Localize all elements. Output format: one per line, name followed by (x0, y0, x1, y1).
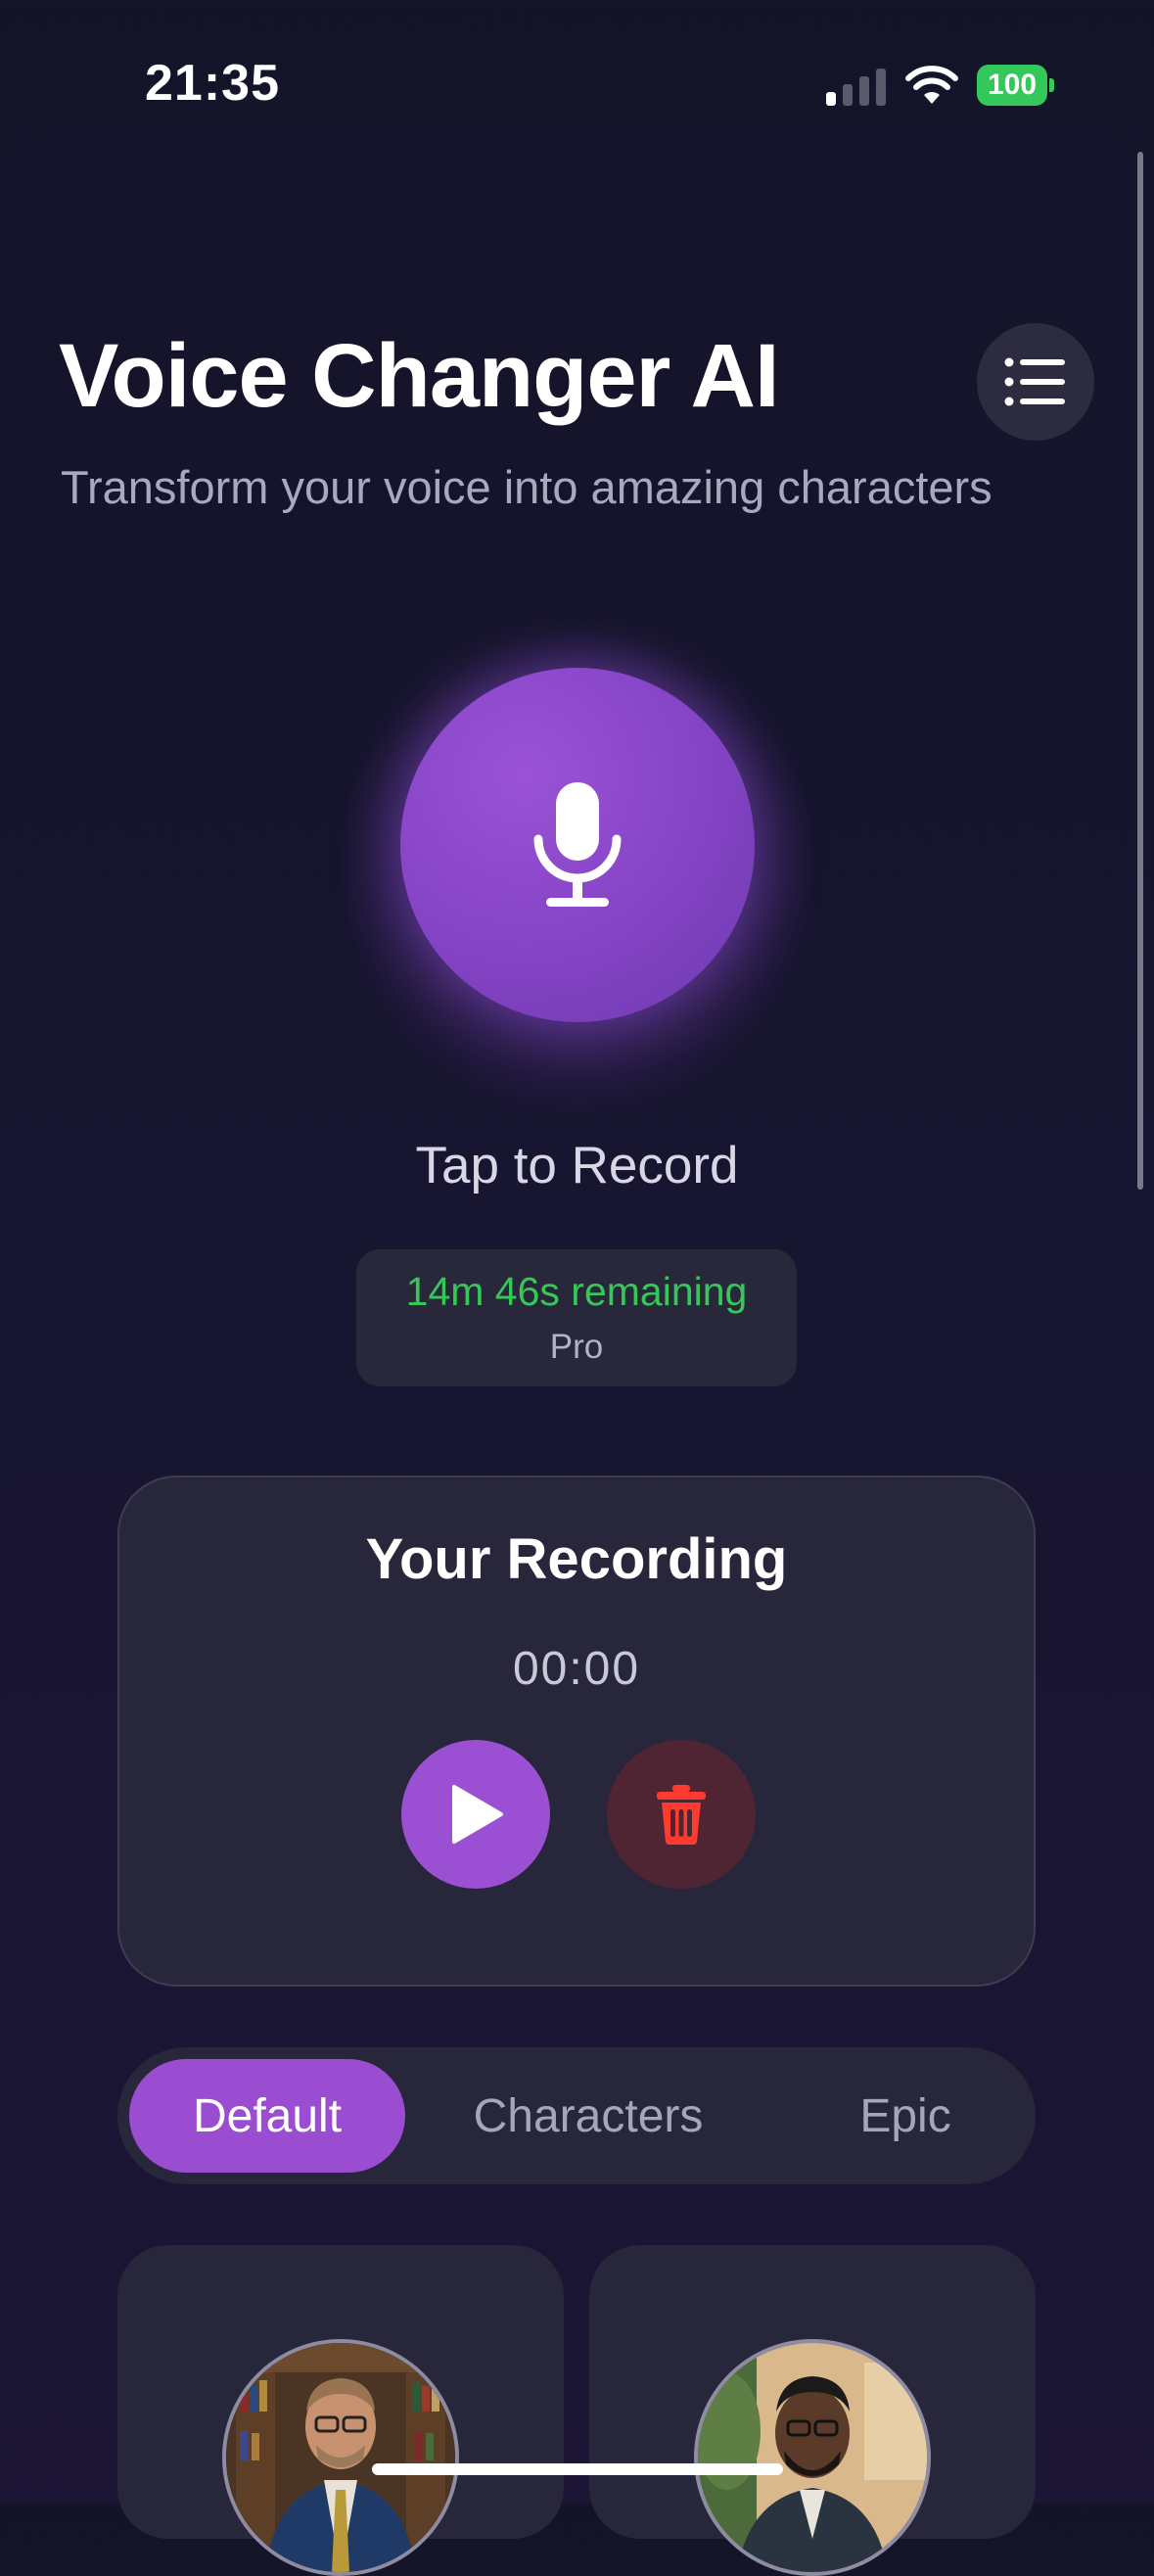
remaining-time-badge: 14m 46s remaining Pro (356, 1249, 797, 1386)
list-icon (1004, 357, 1065, 406)
status-time: 21:35 (145, 55, 280, 112)
page-title: Voice Changer AI (59, 326, 779, 426)
record-prompt: Tap to Record (415, 1137, 739, 1194)
battery-icon: 100 (977, 65, 1054, 106)
avatar (222, 2339, 459, 2576)
recording-title: Your Recording (365, 1527, 788, 1591)
tab-default[interactable]: Default (129, 2059, 405, 2173)
home-indicator (372, 2463, 783, 2475)
menu-button[interactable] (977, 323, 1094, 441)
wifi-icon (905, 66, 958, 104)
record-button[interactable] (400, 668, 755, 1022)
page-subtitle: Transform your voice into amazing charac… (61, 461, 992, 513)
recording-card: Your Recording 00:00 (117, 1475, 1036, 1987)
microphone-icon (533, 782, 622, 907)
tab-characters[interactable]: Characters (450, 2059, 726, 2173)
tab-epic[interactable]: Epic (793, 2059, 1018, 2173)
delete-button[interactable] (607, 1740, 756, 1889)
plan-label: Pro (549, 1328, 604, 1366)
voice-card[interactable] (117, 2245, 564, 2576)
play-icon (452, 1785, 503, 1844)
voice-card[interactable] (589, 2245, 1036, 2576)
scrollbar[interactable] (1137, 152, 1143, 1190)
trash-icon (657, 1785, 706, 1845)
avatar (694, 2339, 931, 2576)
recording-duration: 00:00 (512, 1643, 641, 1695)
cellular-signal-icon (826, 69, 886, 106)
remaining-time: 14m 46s remaining (405, 1269, 748, 1314)
voice-category-tabs: Default Characters Epic (117, 2047, 1036, 2184)
battery-level: 100 (977, 65, 1047, 106)
play-button[interactable] (401, 1740, 550, 1889)
